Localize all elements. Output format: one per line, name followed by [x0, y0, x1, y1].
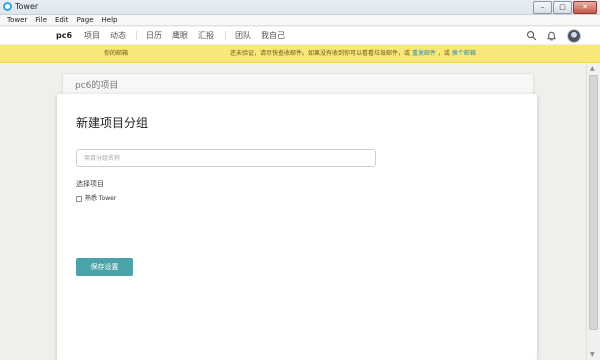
notice-message: 还未验证，请尽快查收邮件。如果没有收到你可以看看垃圾邮件，或 重发邮件 ，或 换… [230, 45, 476, 62]
nav-team[interactable]: 团队 [235, 27, 251, 44]
scroll-up-arrow-icon[interactable]: ▲ [590, 65, 595, 72]
scrollbar-thumb[interactable] [589, 75, 598, 330]
email-verification-notice: 你的邮箱 还未验证，请尽快查收邮件。如果没有收到你可以看看垃圾邮件，或 重发邮件… [0, 45, 600, 63]
app-nav: pc6 项目 动态 日历 鹰眼 汇报 团队 我自己 [0, 27, 600, 45]
nav-projects[interactable]: 项目 [84, 27, 100, 44]
menu-bar: Tower File Edit Page Help [0, 15, 600, 26]
save-settings-button[interactable]: 保存设置 [76, 258, 133, 276]
maximize-button[interactable]: □ [553, 1, 572, 14]
nav-activity[interactable]: 动态 [110, 27, 126, 44]
dialog-title: 新建项目分组 [76, 116, 149, 130]
nav-calendar[interactable]: 日历 [146, 27, 162, 44]
bell-icon[interactable] [546, 30, 557, 41]
notice-text: 还未验证，请尽快查收邮件。如果没有收到你可以看看垃圾邮件，或 [230, 50, 411, 57]
notice-email-label: 你的邮箱 [104, 50, 129, 57]
menu-help[interactable]: Help [102, 15, 118, 25]
app-icon [3, 2, 12, 11]
minimize-button[interactable]: – [533, 1, 552, 14]
nav-eagle-eye[interactable]: 鹰眼 [172, 27, 188, 44]
nav-divider [225, 31, 226, 40]
new-project-group-dialog: 新建项目分组 选择项目 熟悉 Tower 保存设置 [57, 94, 537, 360]
select-projects-label: 选择项目 [76, 180, 104, 188]
search-icon[interactable] [526, 30, 537, 41]
window-controls: – □ ✕ [533, 1, 597, 14]
nav-me[interactable]: 我自己 [261, 27, 285, 44]
window-title: Tower [15, 2, 39, 11]
window-title-bar: Tower – □ ✕ [0, 0, 600, 15]
project-option-label: 熟悉 Tower [85, 195, 117, 202]
menu-edit[interactable]: Edit [55, 15, 69, 25]
resend-email-link[interactable]: 重发邮件 [412, 50, 436, 57]
project-checkbox[interactable] [76, 195, 82, 202]
nav-reports[interactable]: 汇报 [198, 27, 214, 44]
project-option[interactable]: 熟悉 Tower [76, 194, 116, 203]
scroll-down-arrow-icon[interactable]: ▼ [590, 351, 595, 358]
menu-tower[interactable]: Tower [7, 15, 27, 25]
menu-file[interactable]: File [35, 15, 47, 25]
change-email-link[interactable]: 换个邮箱 [452, 50, 476, 57]
close-button[interactable]: ✕ [573, 1, 597, 14]
nav-divider [136, 31, 137, 40]
vertical-scrollbar[interactable]: ▲ ▼ [586, 63, 600, 360]
brand-team-name[interactable]: pc6 [56, 27, 72, 44]
notice-separator: ，或 [437, 50, 450, 57]
menu-page[interactable]: Page [77, 15, 94, 25]
group-name-input[interactable] [76, 149, 376, 167]
avatar[interactable] [567, 29, 581, 43]
